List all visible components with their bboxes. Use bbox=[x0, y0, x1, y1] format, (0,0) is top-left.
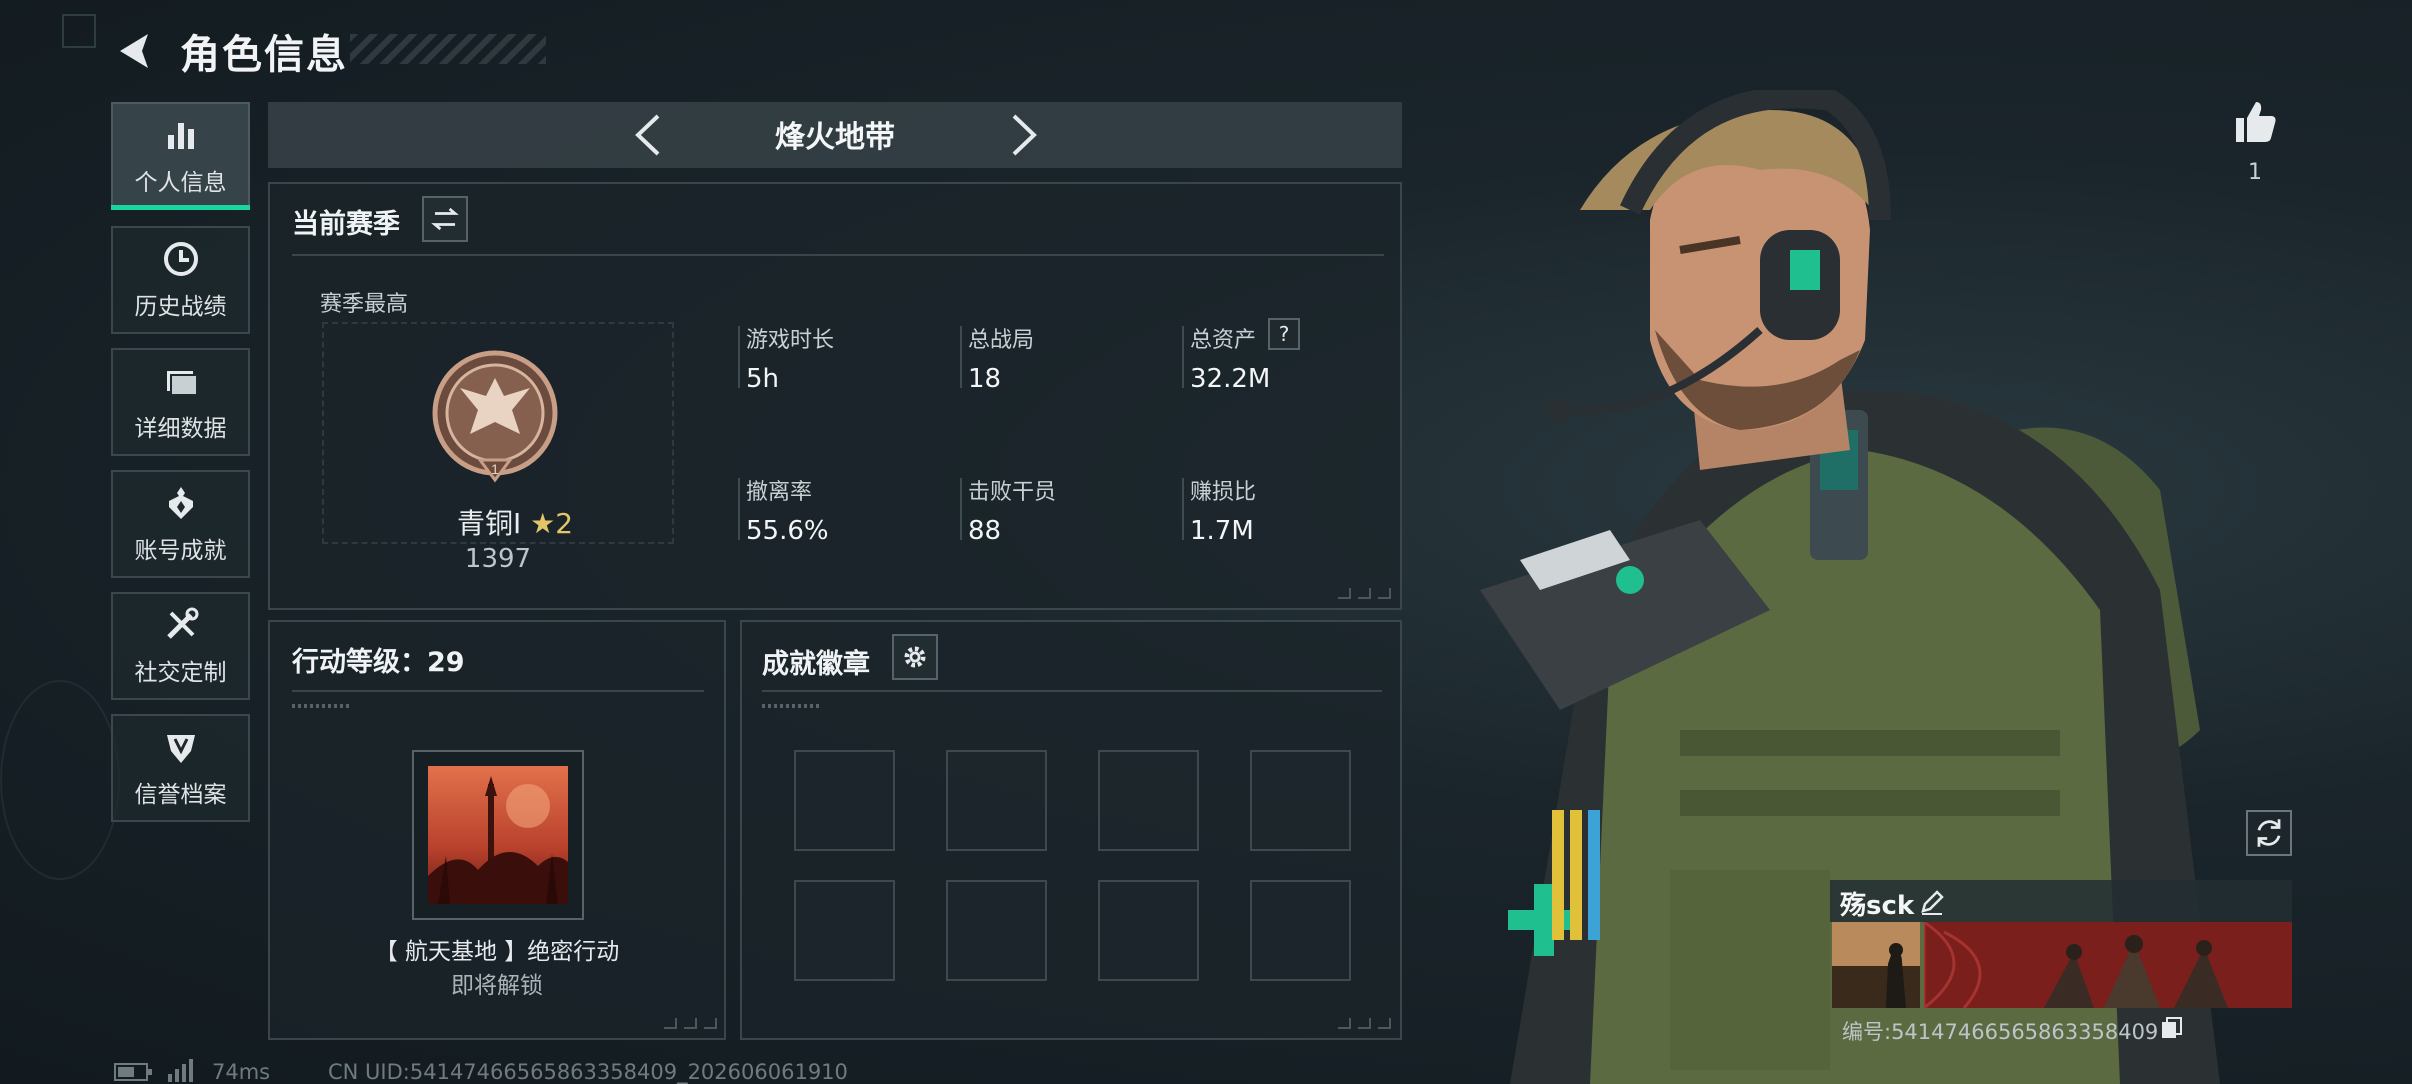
badges-title: 成就徽章 bbox=[762, 649, 870, 680]
namecard-banner[interactable] bbox=[1924, 922, 2292, 1008]
stat-label-playtime: 游戏时长 bbox=[746, 328, 835, 353]
rank-star: ★2 bbox=[530, 507, 574, 540]
uid-text: CN UID:5414746656586335840​9_20260606191… bbox=[328, 1060, 848, 1084]
rank-points: 1397 bbox=[464, 544, 532, 574]
background-corner-frame bbox=[62, 14, 96, 48]
page-title: 角色信息 bbox=[180, 32, 348, 78]
player-avatar[interactable] bbox=[1832, 922, 1920, 1008]
title-decoration bbox=[350, 34, 546, 64]
bar-chart-icon bbox=[167, 123, 194, 149]
folder-icon bbox=[166, 371, 198, 396]
mission-thumbnail bbox=[428, 766, 568, 904]
divider-ticks bbox=[762, 704, 822, 708]
stat-separator bbox=[1182, 326, 1184, 388]
chevron-left-icon[interactable] bbox=[624, 110, 674, 160]
rank-name: 青铜Ⅰ bbox=[456, 507, 522, 540]
operation-level-title: 行动等级：29 bbox=[292, 647, 465, 678]
nav-item-details[interactable]: 详细数据 bbox=[111, 348, 250, 456]
history-clock-icon bbox=[163, 242, 198, 276]
stat-value-kills: 88 bbox=[968, 516, 1002, 546]
nav-item-history[interactable]: 历史战绩 bbox=[111, 226, 250, 334]
nav-label-social: 社交定制 bbox=[134, 660, 227, 686]
stat-label-profit-ratio: 赚损比 bbox=[1190, 480, 1257, 505]
divider-ticks bbox=[292, 704, 352, 708]
medal-icon bbox=[168, 487, 193, 519]
badge-slot[interactable] bbox=[946, 880, 1047, 981]
nav-label-details: 详细数据 bbox=[134, 416, 227, 442]
stat-separator bbox=[738, 478, 740, 540]
stat-label-extraction: 撤离率 bbox=[746, 480, 813, 505]
panel-corner-marks bbox=[1338, 588, 1391, 599]
background-ring bbox=[0, 680, 120, 880]
badge-slot[interactable] bbox=[1250, 880, 1351, 981]
help-icon[interactable]: ? bbox=[1268, 318, 1300, 350]
nav-item-social[interactable]: 社交定制 bbox=[111, 592, 250, 700]
panel-corner-marks bbox=[664, 1018, 717, 1029]
season-title: 当前赛季 bbox=[292, 209, 400, 240]
stat-value-assets: 32.2M bbox=[1190, 364, 1271, 394]
stat-value-playtime: 5h bbox=[746, 364, 780, 394]
stat-separator bbox=[1182, 478, 1184, 540]
mode-label: 烽火地带 bbox=[775, 120, 895, 155]
season-divider bbox=[292, 254, 1384, 256]
nav-label-history: 历史战绩 bbox=[134, 294, 227, 320]
mission-status: 即将解锁 bbox=[451, 973, 543, 999]
svg-text:1: 1 bbox=[491, 461, 499, 477]
stat-label-matches: 总战局 bbox=[968, 328, 1035, 353]
rank-title: 青铜Ⅰ ★2 bbox=[430, 502, 600, 542]
nav-item-reputation[interactable]: 信誉档案 bbox=[111, 714, 250, 822]
tools-icon bbox=[166, 607, 198, 639]
stat-label-kills: 击败干员 bbox=[968, 480, 1057, 505]
copy-icon[interactable] bbox=[2160, 1016, 2184, 1040]
badge-slot[interactable] bbox=[1250, 750, 1351, 851]
refresh-icon[interactable] bbox=[2246, 810, 2292, 856]
badges-divider bbox=[762, 690, 1382, 692]
thumbs-up-icon[interactable] bbox=[2230, 96, 2280, 146]
badge-slot[interactable] bbox=[794, 750, 895, 851]
nav-item-personal-info[interactable]: 个人信息 bbox=[111, 102, 250, 210]
operation-divider bbox=[292, 690, 704, 692]
stat-separator bbox=[960, 326, 962, 388]
back-arrow-icon[interactable] bbox=[112, 28, 158, 74]
battery-icon bbox=[114, 1063, 152, 1081]
badge-slot[interactable] bbox=[946, 750, 1047, 851]
panel-corner-marks bbox=[1338, 1018, 1391, 1029]
shield-icon bbox=[166, 735, 195, 763]
badge-slot[interactable] bbox=[1098, 880, 1199, 981]
rank-emblem-icon: 1 bbox=[432, 350, 558, 483]
swap-icon[interactable] bbox=[422, 196, 468, 242]
chevron-right-icon[interactable] bbox=[998, 110, 1048, 160]
badge-slot[interactable] bbox=[1098, 750, 1199, 851]
player-id: 编号:5414746656586335840​9 bbox=[1842, 1020, 2159, 1044]
player-name: 殇sck bbox=[1840, 891, 1915, 921]
edit-pencil-icon[interactable] bbox=[1918, 888, 1946, 916]
stat-value-matches: 18 bbox=[968, 364, 1002, 394]
badge-slot[interactable] bbox=[794, 880, 895, 981]
signal-icon bbox=[168, 1059, 193, 1082]
nav-label-personal-info: 个人信息 bbox=[134, 170, 227, 196]
ping-text: 74ms bbox=[212, 1060, 271, 1084]
stat-separator bbox=[960, 478, 962, 540]
stat-value-profit-ratio: 1.7M bbox=[1190, 516, 1254, 546]
mission-name: 【 航天基地 】绝密行动 bbox=[374, 939, 620, 965]
stat-value-extraction: 55.6% bbox=[746, 516, 829, 546]
gear-icon[interactable] bbox=[892, 634, 938, 680]
stat-label-assets: 总资产 bbox=[1190, 328, 1257, 353]
nav-item-achievements[interactable]: 账号成就 bbox=[111, 470, 250, 578]
stat-separator bbox=[738, 326, 740, 388]
nav-label-reputation: 信誉档案 bbox=[134, 782, 227, 808]
season-highest-label: 赛季最高 bbox=[320, 292, 409, 317]
nav-label-achievements: 账号成就 bbox=[134, 538, 227, 564]
like-count: 1 bbox=[2248, 160, 2262, 185]
